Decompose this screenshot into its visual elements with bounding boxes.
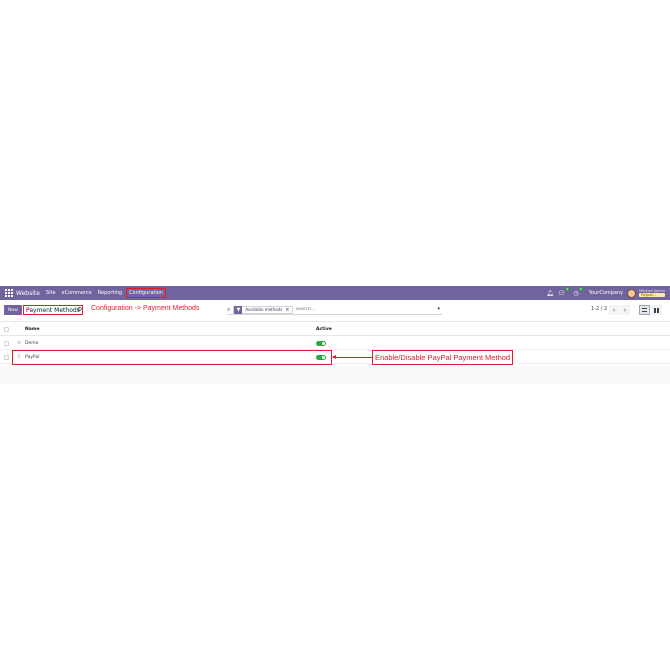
search-icon[interactable]: ⌕ (227, 306, 230, 314)
menu-reporting[interactable]: Reporting (98, 290, 122, 296)
annotation-configuration: Configuration -> Payment Methods (91, 305, 200, 312)
avatar[interactable] (627, 288, 637, 298)
table-header: Name Active (0, 322, 670, 336)
caret-down-icon[interactable]: ▾ (437, 306, 440, 312)
search-input[interactable] (295, 307, 416, 312)
bell-icon[interactable]: 🔔︎ (546, 290, 554, 297)
user-menu[interactable]: Mitchell Admin Paypal... (639, 289, 665, 297)
gear-icon[interactable]: ⚙ (77, 306, 82, 313)
facet-label: Available methods (245, 307, 283, 312)
pager-value[interactable]: 1-2 / 2 (591, 306, 607, 312)
menu-site[interactable]: Site (46, 290, 56, 296)
list-empty-area (0, 366, 670, 384)
breadcrumb: Payment Methods (23, 305, 83, 315)
column-active[interactable]: Active (316, 327, 332, 332)
menu-configuration[interactable]: Configuration (126, 288, 166, 298)
select-all-checkbox[interactable] (4, 327, 9, 332)
annotation-arrow (333, 357, 372, 358)
filter-icon: ▼ (234, 305, 243, 314)
chevron-left-icon[interactable]: ‹ (609, 305, 619, 315)
app-brand[interactable]: Website (16, 290, 40, 297)
search-facet: ▼ Available methods × (233, 305, 293, 314)
kanban-view-icon[interactable] (651, 305, 662, 315)
row-name: Demo (25, 341, 39, 346)
chat-badge: 4 (565, 286, 570, 291)
database-badge: Paypal... (639, 293, 665, 297)
drag-handle-icon[interactable]: ≡ (17, 340, 21, 346)
menu-ecommerce[interactable]: eCommerce (62, 290, 92, 296)
apps-icon[interactable] (4, 289, 13, 298)
row-checkbox[interactable] (4, 355, 9, 360)
close-icon[interactable]: × (285, 307, 291, 313)
list-view-icon[interactable] (639, 305, 650, 315)
search-bar: ⌕ ▼ Available methods × ▾ (227, 305, 442, 315)
chat-icon[interactable]: 💬︎ 4 (558, 286, 570, 297)
control-panel: New Payment Methods ⚙ Configuration -> P… (0, 300, 670, 322)
annotation-enable-disable: Enable/Disable PayPal Payment Method (372, 350, 514, 365)
table-row[interactable]: ≡ Demo (0, 336, 670, 350)
activity-badge: 4 (578, 286, 583, 291)
row-checkbox[interactable] (4, 341, 9, 346)
clock-icon[interactable]: ◷ 4 (573, 286, 583, 297)
annotation-arrow-head (332, 355, 336, 359)
top-navbar: Website Site eCommerce Reporting Configu… (0, 286, 670, 300)
paypal-row-highlight (12, 350, 332, 365)
column-name[interactable]: Name (25, 327, 40, 332)
navbar-systray: 🔔︎ 💬︎ 4 ◷ 4 YourCompany Mitchell Admin Pay… (546, 286, 670, 300)
new-button[interactable]: New (4, 305, 22, 315)
active-toggle[interactable] (316, 341, 326, 346)
chevron-right-icon[interactable]: › (620, 305, 630, 315)
app-window: Website Site eCommerce Reporting Configu… (0, 286, 670, 384)
company-switcher[interactable]: YourCompany (589, 290, 623, 296)
